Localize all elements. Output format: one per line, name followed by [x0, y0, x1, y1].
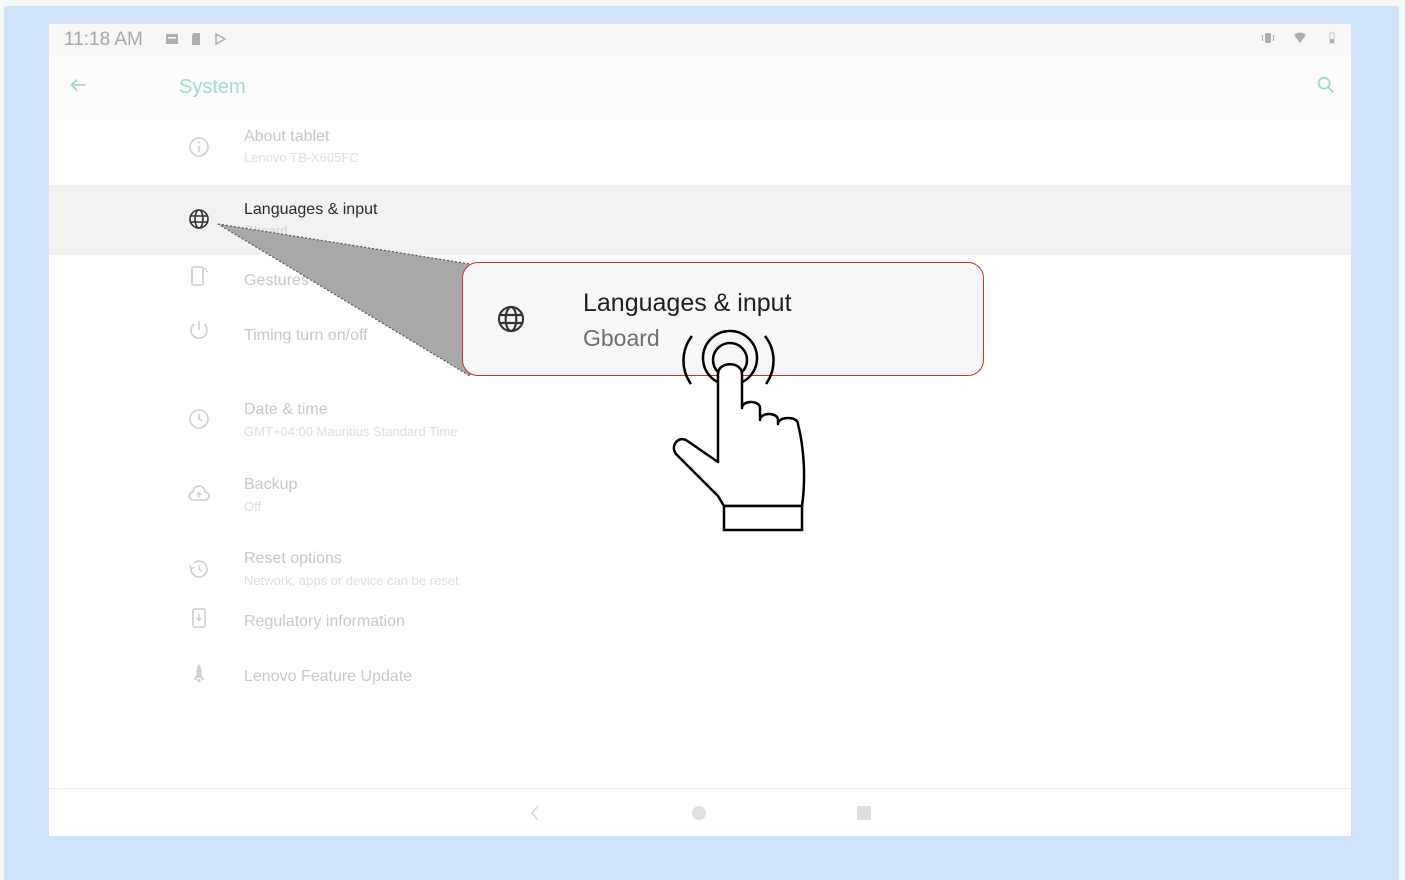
callout-globe-icon — [497, 305, 525, 333]
callout-subtitle: Gboard — [583, 325, 660, 351]
callout-title: Languages & input — [583, 289, 792, 317]
tap-hand-icon — [672, 329, 806, 532]
